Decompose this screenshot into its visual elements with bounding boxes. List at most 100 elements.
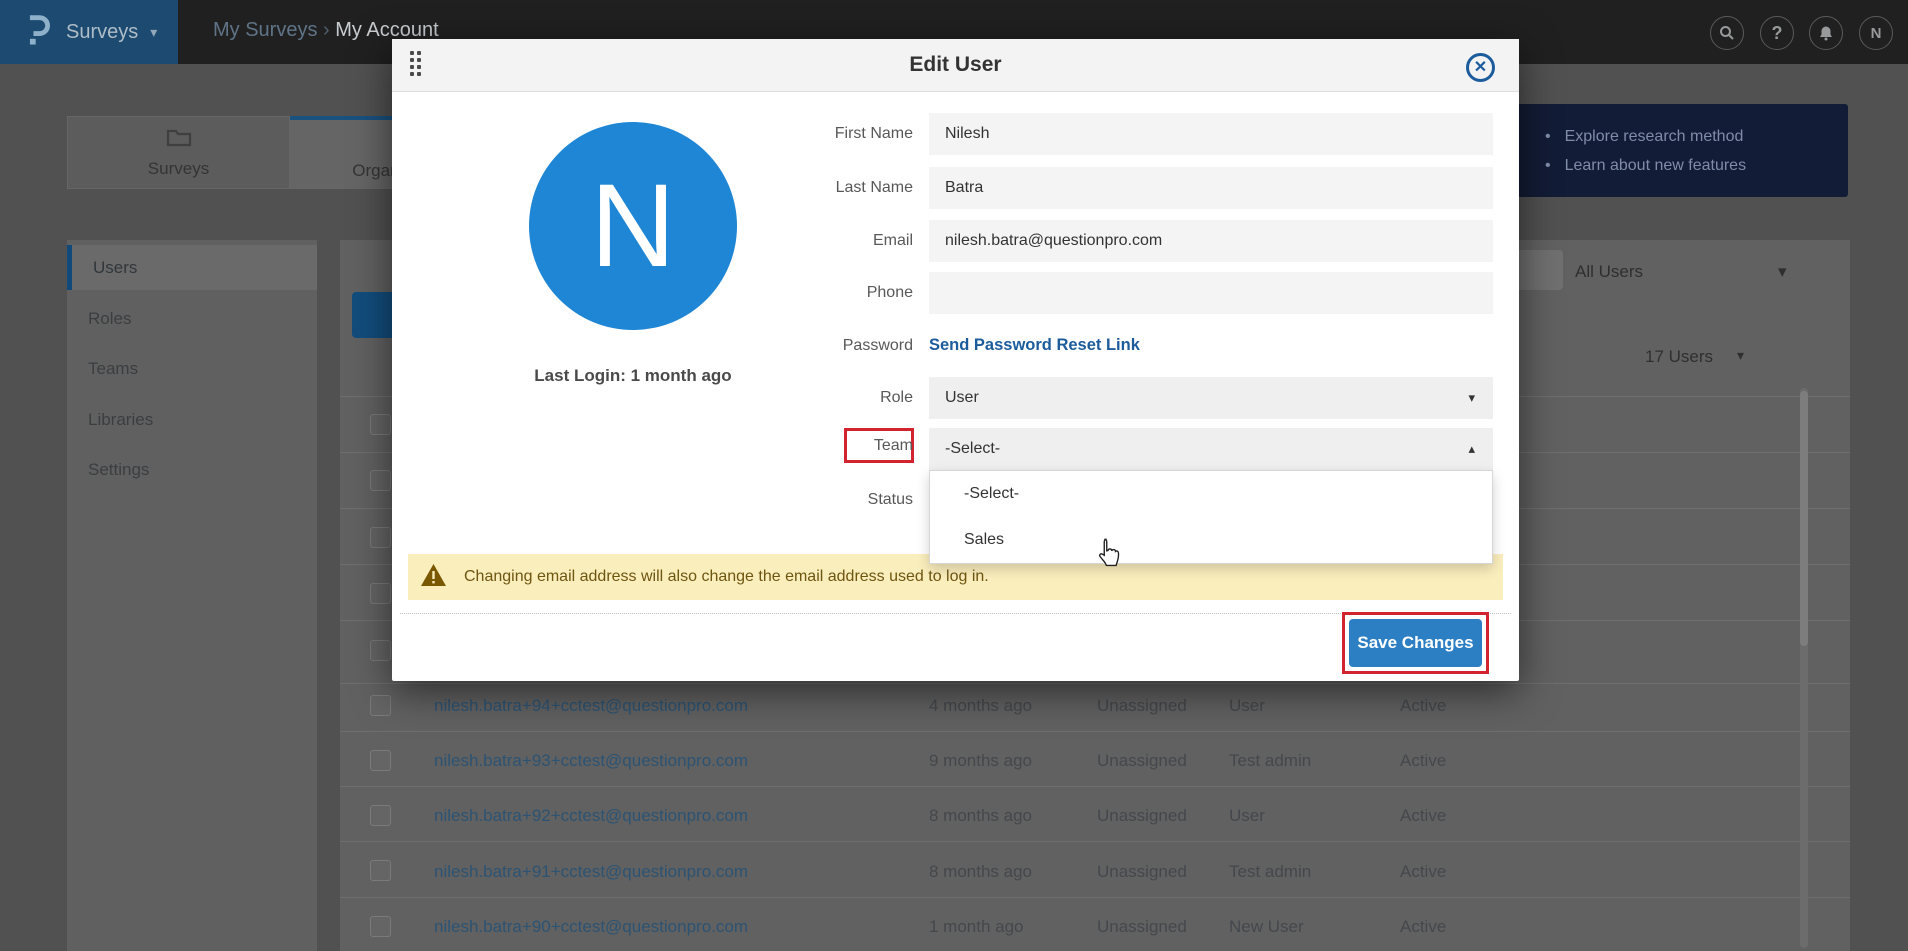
- row-divider: [340, 786, 1850, 787]
- breadcrumb-separator-icon: ›: [323, 19, 330, 41]
- edit-user-modal: Edit User ✕ N Last Login: 1 month ago Fi…: [392, 39, 1519, 681]
- user-avatar-large: N: [529, 122, 737, 330]
- row-checkbox[interactable]: [370, 527, 391, 548]
- save-changes-button[interactable]: Save Changes: [1349, 619, 1482, 667]
- team-select[interactable]: -Select-: [929, 428, 1493, 470]
- user-avatar[interactable]: N: [1859, 16, 1893, 50]
- email-field[interactable]: [929, 220, 1493, 262]
- users-count-value: 17 Users: [1645, 347, 1713, 366]
- folder-icon: [166, 127, 192, 152]
- status-cell: Active: [1400, 863, 1446, 881]
- team-cell: Unassigned: [1097, 863, 1187, 881]
- sidebar-item-label: Libraries: [88, 410, 153, 430]
- status-cell: Active: [1400, 807, 1446, 825]
- sidebar-item-users[interactable]: Users: [67, 245, 317, 290]
- last-name-label: Last Name: [753, 179, 913, 197]
- team-option-sales[interactable]: Sales: [930, 517, 1492, 563]
- team-value: -Select-: [945, 440, 1000, 458]
- row-checkbox[interactable]: [370, 860, 391, 881]
- avatar-initial: N: [1871, 25, 1882, 42]
- chevron-down-icon: [1468, 390, 1475, 406]
- product-label: Surveys: [66, 21, 138, 44]
- help-button[interactable]: ?: [1760, 16, 1794, 50]
- question-mark-icon: ?: [1772, 23, 1783, 44]
- info-link-features[interactable]: Learn about new features: [1545, 157, 1848, 175]
- last-login-cell: 8 months ago: [929, 807, 1032, 825]
- table-scrollbar-thumb[interactable]: [1800, 391, 1808, 646]
- info-link-research[interactable]: Explore research method: [1545, 128, 1848, 146]
- sidebar-item-label: Settings: [88, 460, 149, 480]
- row-divider: [340, 897, 1850, 898]
- row-divider: [340, 731, 1850, 732]
- row-checkbox[interactable]: [370, 695, 391, 716]
- bell-icon: [1818, 25, 1834, 41]
- warning-text: Changing email address will also change …: [464, 568, 989, 586]
- sidebar-item-roles[interactable]: Roles: [67, 296, 317, 341]
- password-reset-link[interactable]: Send Password Reset Link: [929, 336, 1140, 355]
- user-email-link[interactable]: nilesh.batra+90+cctest@questionpro.com: [434, 918, 748, 936]
- filter-value: All Users: [1575, 262, 1643, 281]
- sidebar-item-teams[interactable]: Teams: [67, 346, 317, 391]
- row-checkbox[interactable]: [370, 640, 391, 661]
- sidebar-item-label: Users: [93, 258, 137, 278]
- search-button[interactable]: [1710, 16, 1744, 50]
- last-login-cell: 4 months ago: [929, 697, 1032, 715]
- role-cell: User: [1229, 807, 1265, 825]
- phone-label: Phone: [753, 284, 913, 302]
- chevron-down-icon[interactable]: [1778, 262, 1787, 282]
- row-checkbox[interactable]: [370, 470, 391, 491]
- last-login-cell: 1 month ago: [929, 918, 1024, 936]
- chevron-down-icon: ▾: [150, 24, 157, 41]
- team-cell: Unassigned: [1097, 697, 1187, 715]
- row-checkbox[interactable]: [370, 583, 391, 604]
- tab-label: Surveys: [148, 159, 209, 179]
- row-divider: [340, 841, 1850, 842]
- row-divider: [340, 683, 1850, 684]
- team-option-select[interactable]: -Select-: [930, 471, 1492, 517]
- avatar-initial: N: [590, 158, 675, 294]
- screen: Surveys ▾ My Surveys › My Account ? N: [0, 0, 1908, 951]
- last-login-cell: 9 months ago: [929, 752, 1032, 770]
- notifications-button[interactable]: [1809, 16, 1843, 50]
- email-label: Email: [753, 232, 913, 250]
- info-box: Explore research method Learn about new …: [1517, 104, 1848, 197]
- tab-surveys[interactable]: Surveys: [67, 116, 290, 189]
- first-name-label: First Name: [753, 125, 913, 143]
- user-email-link[interactable]: nilesh.batra+94+cctest@questionpro.com: [434, 697, 748, 715]
- chevron-up-icon: [1468, 441, 1475, 457]
- phone-field[interactable]: [929, 272, 1493, 314]
- role-select[interactable]: User: [929, 377, 1493, 419]
- warning-icon: [420, 563, 447, 592]
- user-email-link[interactable]: nilesh.batra+91+cctest@questionpro.com: [434, 863, 748, 881]
- status-label: Status: [753, 491, 913, 509]
- sidebar-item-settings[interactable]: Settings: [67, 447, 317, 492]
- status-cell: Active: [1400, 752, 1446, 770]
- user-email-link[interactable]: nilesh.batra+93+cctest@questionpro.com: [434, 752, 748, 770]
- password-label: Password: [753, 337, 913, 355]
- role-cell: Test admin: [1229, 863, 1311, 881]
- role-cell: User: [1229, 697, 1265, 715]
- team-cell: Unassigned: [1097, 752, 1187, 770]
- status-cell: Active: [1400, 697, 1446, 715]
- user-email-link[interactable]: nilesh.batra+92+cctest@questionpro.com: [434, 807, 748, 825]
- first-name-field[interactable]: [929, 113, 1493, 155]
- user-filter-select[interactable]: All Users: [1575, 262, 1643, 282]
- row-checkbox[interactable]: [370, 750, 391, 771]
- sidebar-item-libraries[interactable]: Libraries: [67, 397, 317, 442]
- team-dropdown-menu: -Select- Sales: [929, 470, 1493, 564]
- chevron-down-icon[interactable]: [1737, 347, 1744, 364]
- role-label: Role: [753, 389, 913, 407]
- last-login-text: Last Login: 1 month ago: [483, 366, 783, 386]
- drag-handle-icon[interactable]: [410, 51, 427, 81]
- row-checkbox[interactable]: [370, 916, 391, 937]
- team-label: Team: [753, 437, 913, 455]
- users-count-select[interactable]: 17 Users: [1645, 347, 1713, 367]
- breadcrumb-parent[interactable]: My Surveys: [213, 19, 317, 41]
- close-icon[interactable]: ✕: [1466, 53, 1495, 82]
- last-name-field[interactable]: [929, 167, 1493, 209]
- team-cell: Unassigned: [1097, 807, 1187, 825]
- role-cell: New User: [1229, 918, 1304, 936]
- product-menu[interactable]: Surveys ▾: [0, 0, 178, 64]
- row-checkbox[interactable]: [370, 805, 391, 826]
- row-checkbox[interactable]: [370, 414, 391, 435]
